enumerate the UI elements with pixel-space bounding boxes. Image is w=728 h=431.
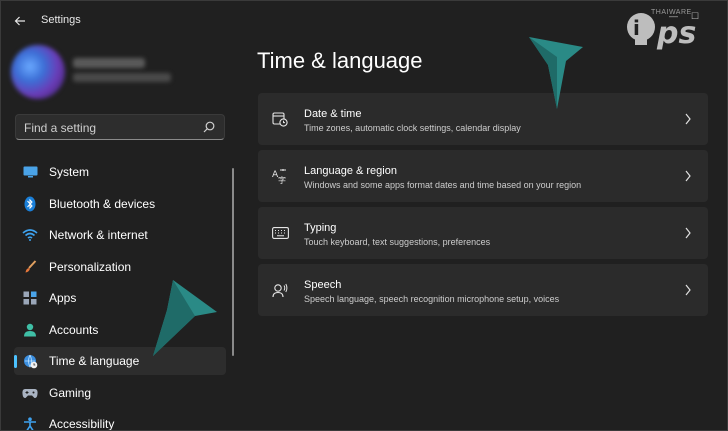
search-placeholder: Find a setting xyxy=(24,121,97,135)
settings-window: Settings — ☐ i ps THAIWARE Find a settin… xyxy=(0,0,728,431)
sidebar-item-label: Time & language xyxy=(49,354,140,368)
card-typing[interactable]: Typing Touch keyboard, text suggestions,… xyxy=(258,207,708,259)
sidebar-item-label: Accounts xyxy=(49,323,99,337)
card-title: Language & region xyxy=(304,165,397,177)
calendar-clock-icon xyxy=(271,110,289,128)
wifi-icon xyxy=(22,227,38,243)
sidebar-item-bluetooth[interactable]: Bluetooth & devices xyxy=(14,190,226,218)
window-title: Settings xyxy=(41,14,81,26)
sidebar-item-accessibility[interactable]: Accessibility xyxy=(14,410,226,431)
card-description: Speech language, speech recognition micr… xyxy=(304,294,560,304)
page-title: Time & language xyxy=(257,48,423,73)
svg-text:字: 字 xyxy=(278,175,286,184)
sidebar-item-label: Apps xyxy=(49,291,77,305)
sidebar-item-network[interactable]: Network & internet xyxy=(14,221,226,249)
sidebar-item-personalization[interactable]: Personalization xyxy=(14,253,226,281)
bluetooth-icon xyxy=(22,196,38,212)
profile-email-redacted xyxy=(73,73,171,82)
chevron-right-icon xyxy=(685,284,691,296)
apps-icon xyxy=(22,290,38,306)
chevron-right-icon xyxy=(685,170,691,182)
sidebar-item-gaming[interactable]: Gaming xyxy=(14,379,226,407)
accessibility-icon xyxy=(22,416,38,430)
monitor-icon xyxy=(22,164,38,180)
card-description: Windows and some apps format dates and t… xyxy=(304,180,582,190)
card-description: Time zones, automatic clock settings, ca… xyxy=(304,123,521,133)
search-icon[interactable] xyxy=(202,120,216,134)
avatar[interactable] xyxy=(11,45,65,99)
search-input[interactable]: Find a setting xyxy=(15,114,225,140)
card-title: Speech xyxy=(304,279,342,291)
sidebar-item-label: Network & internet xyxy=(49,228,148,242)
speech-icon xyxy=(271,281,289,299)
person-icon xyxy=(22,322,38,338)
annotation-arrow-time-language xyxy=(153,280,217,356)
sidebar-item-system[interactable]: System xyxy=(14,158,226,186)
watermark-text: THAIWARE xyxy=(651,9,692,16)
chevron-right-icon xyxy=(685,113,691,125)
sidebar-item-label: Personalization xyxy=(49,260,132,274)
title-bar: Settings — ☐ xyxy=(1,1,727,39)
card-description: Touch keyboard, text suggestions, prefer… xyxy=(304,237,491,247)
card-speech[interactable]: Speech Speech language, speech recogniti… xyxy=(258,264,708,316)
card-title: Date & time xyxy=(304,108,362,120)
sidebar-item-label: System xyxy=(49,165,90,179)
globe-clock-icon xyxy=(22,353,38,369)
selection-indicator xyxy=(14,355,17,368)
svg-text:ps: ps xyxy=(656,16,696,51)
profile-name-redacted xyxy=(73,58,145,68)
sidebar-item-label: Bluetooth & devices xyxy=(49,197,156,211)
annotation-arrow-date-time xyxy=(529,37,583,109)
svg-text:i: i xyxy=(633,16,640,40)
sidebar-item-label: Gaming xyxy=(49,386,92,400)
language-icon: A字 xyxy=(271,167,289,185)
card-date-time[interactable]: Date & time Time zones, automatic clock … xyxy=(258,93,708,145)
sidebar-item-label: Accessibility xyxy=(49,417,115,431)
keyboard-icon xyxy=(271,224,289,242)
card-title: Typing xyxy=(304,222,337,234)
brush-icon xyxy=(22,259,38,275)
chevron-right-icon xyxy=(685,227,691,239)
sidebar-scrollbar[interactable] xyxy=(232,168,234,356)
back-arrow-icon xyxy=(14,16,25,26)
back-button[interactable] xyxy=(9,10,31,32)
card-language-region[interactable]: A字 Language & region Windows and some ap… xyxy=(258,150,708,202)
gamepad-icon xyxy=(22,385,38,401)
